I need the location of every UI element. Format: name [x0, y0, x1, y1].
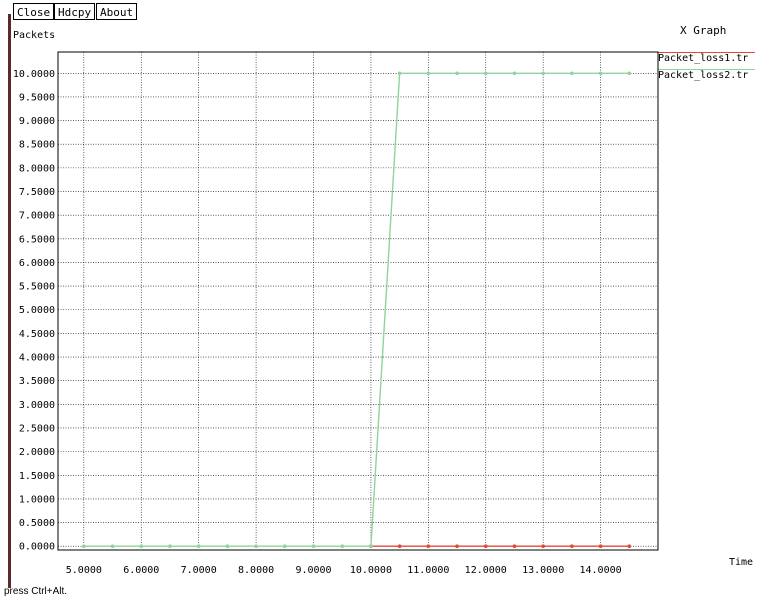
x-tick-label: 6.0000: [123, 565, 159, 576]
y-tick-label: 0.5000: [19, 518, 55, 529]
y-tick-label: 2.0000: [19, 447, 55, 458]
y-tick-label: 1.5000: [19, 471, 55, 482]
data-point-series2: [512, 71, 517, 76]
y-tick-label: 6.5000: [19, 234, 55, 245]
data-point-series2: [254, 544, 258, 549]
data-point-series2: [225, 544, 230, 549]
data-point-series1: [570, 544, 574, 549]
y-tick-label: 2.5000: [19, 423, 55, 434]
data-point-series1: [483, 544, 488, 549]
y-tick-label: 7.5000: [19, 187, 55, 198]
y-tick-label: 8.0000: [19, 163, 55, 174]
y-tick-label: 10.0000: [13, 69, 55, 80]
data-point-series2: [627, 71, 632, 76]
y-tick-label: 3.0000: [19, 400, 55, 411]
status-hint: press Ctrl+Alt.: [4, 586, 68, 597]
data-point-series2: [455, 71, 459, 76]
y-tick-label: 5.0000: [19, 305, 55, 316]
data-point-series2: [570, 71, 574, 76]
data-point-series2: [598, 71, 603, 76]
y-tick-label: 4.5000: [19, 329, 55, 340]
y-tick-label: 8.5000: [19, 140, 55, 151]
data-point-series2: [541, 71, 545, 76]
x-tick-label: 11.0000: [407, 565, 449, 576]
data-point-series2: [168, 544, 172, 549]
x-tick-label: 12.0000: [465, 565, 507, 576]
y-tick-label: 4.0000: [19, 353, 55, 364]
graph-plot[interactable]: 0.0000 0.5000 1.0000 1.5000 2.0000 2.5000 3.00…: [0, 0, 770, 602]
data-point-series2: [397, 71, 402, 76]
data-point-series1: [455, 544, 459, 549]
x-tick-label: 13.0000: [522, 565, 564, 576]
data-point-series2: [311, 544, 316, 549]
data-point-series2: [426, 71, 431, 76]
y-tick-label: 1.0000: [19, 494, 55, 505]
data-point-series2: [369, 544, 373, 549]
data-point-series2: [196, 544, 201, 549]
data-point-series2: [139, 544, 144, 549]
data-point-series2: [82, 544, 86, 549]
y-tick-label: 5.5000: [19, 282, 55, 293]
x-tick-label: 7.0000: [181, 565, 217, 576]
x-tick-label: 9.0000: [295, 565, 331, 576]
data-point-series1: [512, 544, 517, 549]
x-tick-label: 10.0000: [350, 565, 392, 576]
y-tick-label: 0.0000: [19, 542, 55, 553]
x-tick-label: 14.0000: [580, 565, 622, 576]
y-tick-label: 6.0000: [19, 258, 55, 269]
y-tick-label: 3.5000: [19, 376, 55, 387]
data-point-series1: [397, 544, 402, 549]
data-point-series1: [598, 544, 603, 549]
x-tick-label: 5.0000: [66, 565, 102, 576]
data-point-series2: [110, 544, 115, 549]
data-point-series1: [627, 544, 632, 549]
data-point-series2: [282, 544, 287, 549]
data-point-series2: [340, 544, 345, 549]
data-point-series1: [426, 544, 431, 549]
x-tick-label: 8.0000: [238, 565, 274, 576]
data-point-series2: [483, 71, 488, 76]
y-tick-label: 7.0000: [19, 211, 55, 222]
data-point-series1: [541, 544, 545, 549]
y-tick-label: 9.0000: [19, 116, 55, 127]
y-tick-label: 9.5000: [19, 92, 55, 103]
